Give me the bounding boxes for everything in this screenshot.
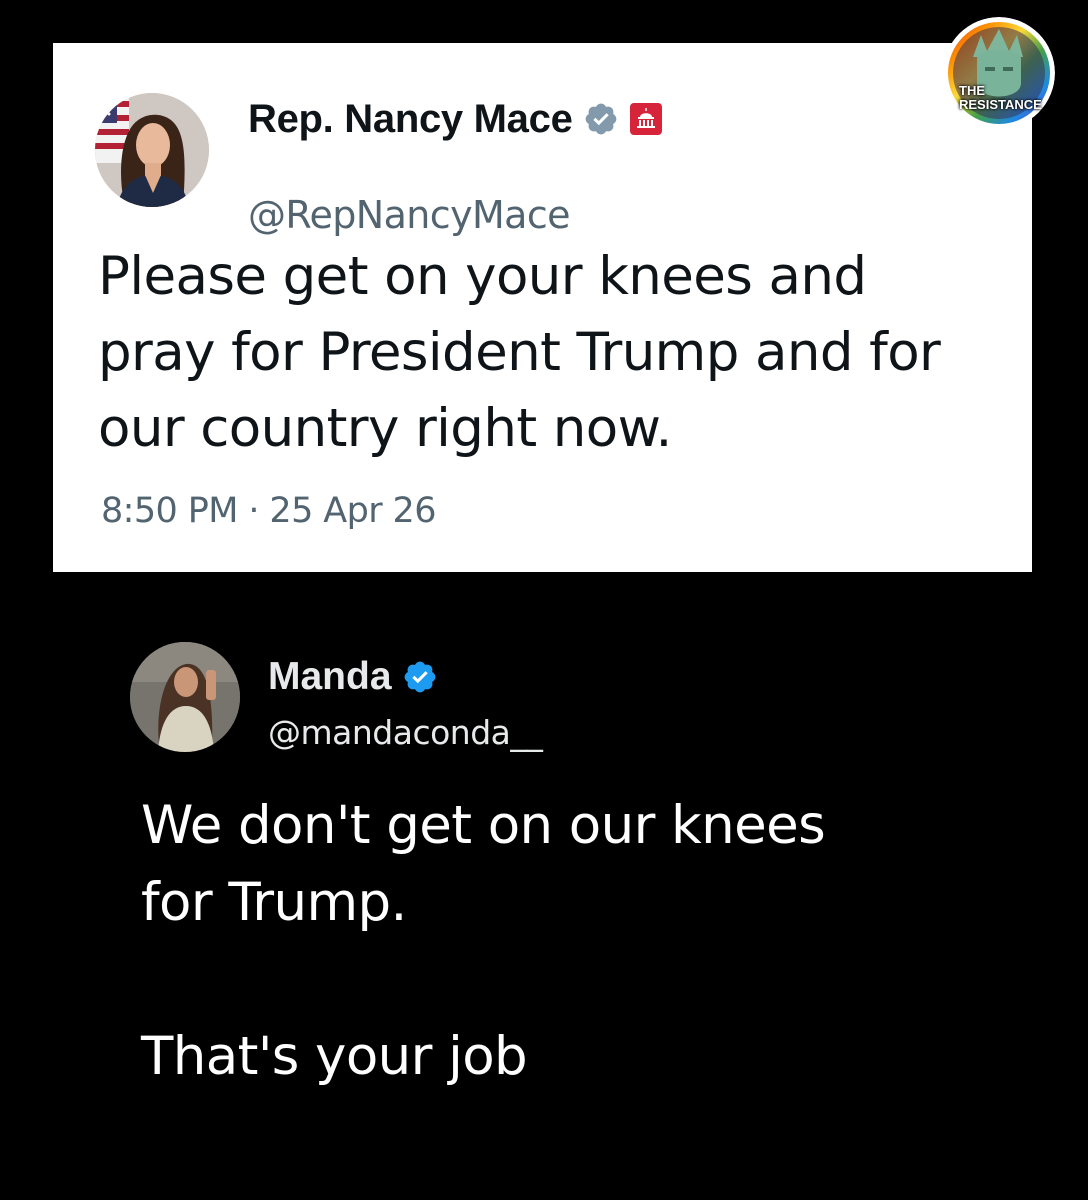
reply-name-row: Manda <box>268 655 438 699</box>
original-tweet-name-row: Rep. Nancy Mace <box>248 95 663 143</box>
us-capitol-government-badge-icon <box>629 103 662 135</box>
reply-tweet: Manda @mandaconda__ We don't get on our … <box>0 600 1088 1200</box>
verified-gray-badge-icon <box>585 103 616 135</box>
original-tweet-text: Please get on your knees and pray for Pr… <box>98 246 941 459</box>
logo-text-the: THE <box>959 83 985 98</box>
reply-display-name[interactable]: Manda <box>268 655 392 699</box>
statue-of-liberty-rainbow-logo-icon: THE RESISTANCE <box>943 17 1055 129</box>
reply-handle[interactable]: @mandaconda__ <box>268 713 543 752</box>
logo-text-resistance: RESISTANCE <box>959 97 1042 112</box>
reply-tweet-text: We don't get on our knees for Trump. Tha… <box>141 795 826 1087</box>
original-tweet-card: Rep. Nancy Mace @RepNancyMace Please get… <box>53 43 1032 572</box>
original-handle[interactable]: @RepNancyMace <box>248 193 571 237</box>
verified-blue-badge-icon <box>404 661 435 693</box>
manda-avatar[interactable] <box>130 642 240 752</box>
nancy-mace-avatar[interactable] <box>95 93 209 207</box>
original-display-name[interactable]: Rep. Nancy Mace <box>248 97 573 142</box>
original-timestamp[interactable]: 8:50 PM · 25 Apr 26 <box>101 491 436 531</box>
